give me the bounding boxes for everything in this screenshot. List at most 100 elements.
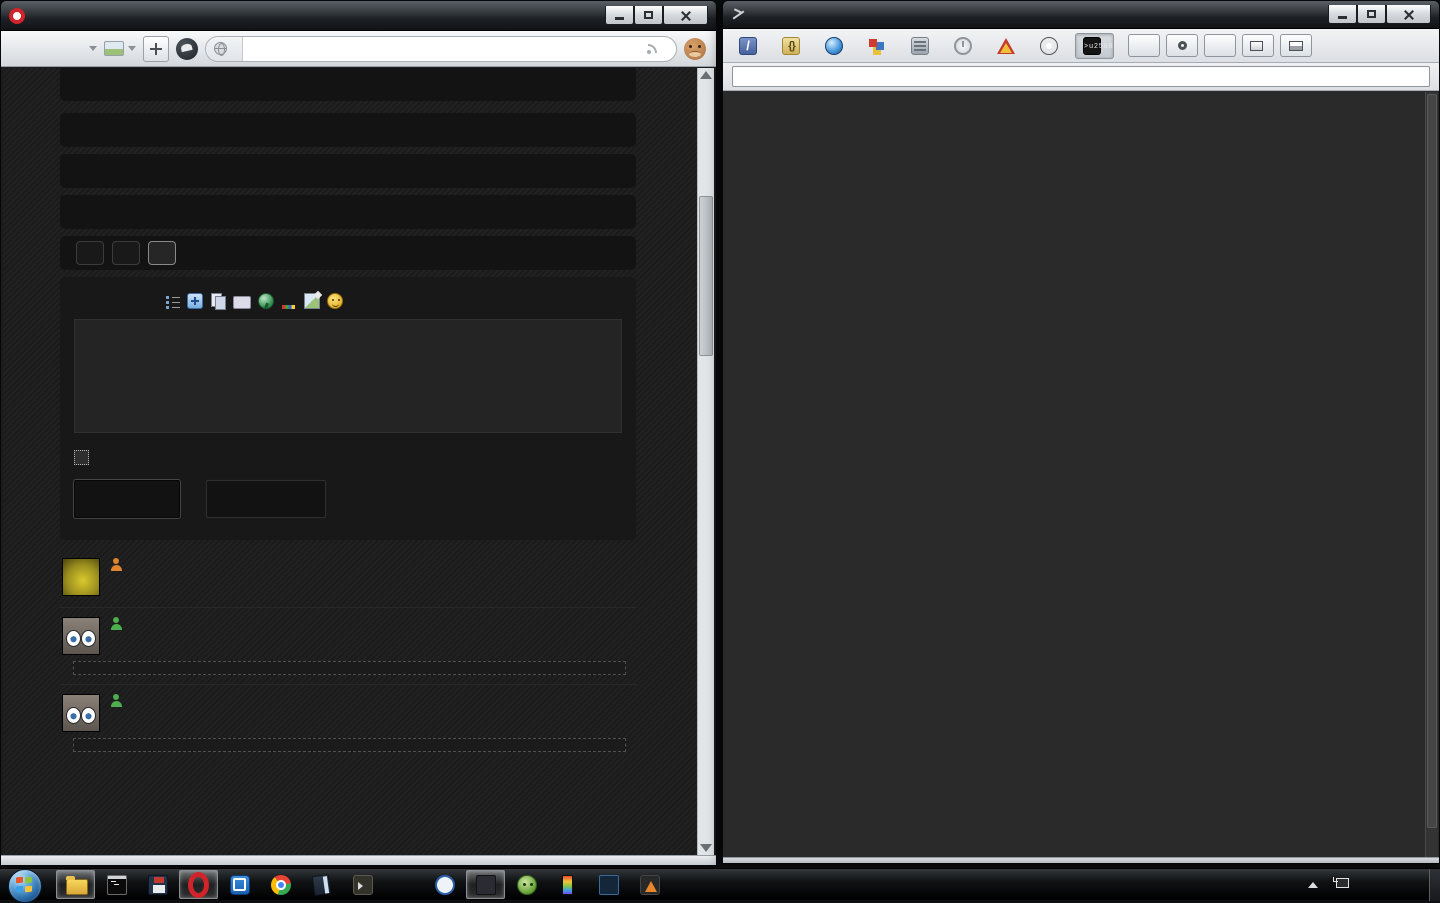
page-scrollbar[interactable]: [697, 68, 714, 855]
taskbar-green-app[interactable]: [507, 870, 546, 899]
taskbar-terminal[interactable]: [343, 870, 382, 899]
location-button[interactable]: [258, 293, 274, 309]
terminal-icon: [1083, 37, 1101, 55]
maximize-button[interactable]: [1357, 5, 1386, 24]
start-button[interactable]: [6, 870, 42, 900]
maximize-icon: [644, 11, 653, 19]
scrollbar-thumb[interactable]: [699, 196, 713, 356]
avatar[interactable]: [62, 617, 100, 655]
images-dropdown-icon[interactable]: [128, 46, 136, 51]
tab-errors[interactable]: [989, 34, 1028, 58]
devtools-window: [722, 0, 1440, 864]
taskbar-windows-explorer[interactable]: [56, 870, 95, 899]
smiley-button[interactable]: [327, 293, 343, 309]
remote-debug-button[interactable]: [1204, 34, 1236, 57]
devtools-titlebar[interactable]: [723, 1, 1439, 29]
submit-button[interactable]: [74, 480, 180, 518]
terminal-icon: [353, 875, 373, 895]
warning-icon: [997, 38, 1015, 54]
copy-button[interactable]: [210, 293, 226, 309]
pagination-page-2-current[interactable]: [148, 241, 176, 265]
console-prompt[interactable]: [724, 101, 1438, 117]
window-select-button[interactable]: [1242, 34, 1274, 57]
chrome-icon: [271, 875, 291, 895]
add-button[interactable]: [143, 36, 169, 62]
tab-network[interactable]: [817, 33, 856, 59]
close-button[interactable]: [1386, 5, 1431, 24]
pagination-bar: [60, 236, 636, 270]
opera-toolbar: [1, 31, 716, 67]
font-color-button[interactable]: [281, 293, 297, 309]
rss-icon[interactable]: [645, 42, 659, 56]
opera-turbo-icon[interactable]: [176, 38, 198, 60]
tab-documents[interactable]: [731, 33, 770, 59]
console-scrollbar[interactable]: [1425, 92, 1438, 857]
taskbar-photoshop[interactable]: [589, 870, 628, 899]
minimize-button[interactable]: [1328, 5, 1357, 24]
maximize-icon: [1367, 10, 1376, 18]
alert-app-icon: [640, 875, 660, 895]
sublime-icon: [476, 875, 496, 895]
devtools-toolbar: [723, 29, 1439, 63]
pagination-page-1[interactable]: [112, 241, 140, 265]
forum-tools-bar: [60, 154, 636, 188]
debug-context-dropdown[interactable]: [732, 66, 1430, 87]
taskbar-v-app[interactable]: [425, 870, 464, 899]
php-code-button[interactable]: [233, 296, 251, 309]
close-button[interactable]: [663, 6, 708, 25]
images-toggle-icon[interactable]: [104, 41, 124, 56]
show-hidden-icons-chevron[interactable]: [1308, 882, 1318, 888]
insert-button[interactable]: [187, 293, 203, 309]
taskbar-maxthon[interactable]: [220, 870, 259, 899]
scroll-up-icon[interactable]: [700, 71, 712, 79]
settings-button[interactable]: [1166, 34, 1198, 57]
message-textarea[interactable]: [74, 319, 622, 433]
network-icon[interactable]: [1333, 877, 1351, 892]
opera-titlebar[interactable]: [1, 1, 716, 31]
scripts-icon: [782, 37, 800, 55]
command-line-button[interactable]: [1128, 34, 1160, 57]
address-bar[interactable]: [205, 36, 677, 62]
taskbar-alert-app[interactable]: [630, 870, 669, 899]
userscript-monkey-icon[interactable]: [684, 38, 706, 60]
tab-resources[interactable]: [860, 33, 899, 59]
scrollbar-thumb[interactable]: [1427, 94, 1437, 828]
preview-button[interactable]: [206, 480, 326, 518]
window-bottom-frame: [1, 855, 716, 865]
taskbar-command-prompt[interactable]: [97, 870, 136, 899]
console-panel: [724, 92, 1438, 857]
avatar[interactable]: [62, 558, 100, 596]
avatar[interactable]: [62, 694, 100, 732]
maximize-button[interactable]: [634, 6, 663, 25]
reload-dropdown-icon[interactable]: [89, 46, 97, 51]
gradient-app-icon: [562, 875, 573, 895]
taskbar-php-editor[interactable]: [384, 870, 423, 899]
list-button[interactable]: [166, 293, 180, 309]
scroll-down-icon[interactable]: [700, 844, 712, 852]
taskbar-gradient-app[interactable]: [548, 870, 587, 899]
taskbar-opera[interactable]: [179, 870, 218, 899]
tab-utilities[interactable]: [1032, 33, 1071, 59]
context-bar: [723, 63, 1439, 91]
detach-layout-button[interactable]: [1280, 34, 1312, 57]
pagination-prev-button[interactable]: [76, 241, 104, 265]
folder-icon: [65, 874, 87, 896]
taskbar-notebook[interactable]: [302, 870, 341, 899]
tab-profiler[interactable]: [946, 33, 985, 59]
minimize-button[interactable]: [605, 6, 634, 25]
photoshop-icon: [599, 875, 619, 895]
forum-breadcrumb-bar: [60, 113, 636, 147]
tab-storage[interactable]: [903, 33, 942, 59]
taskbar-save-tool[interactable]: [138, 870, 177, 899]
tab-console[interactable]: [1075, 33, 1114, 59]
taskbar-chrome[interactable]: [261, 870, 300, 899]
storage-icon: [911, 37, 929, 55]
taskbar-sublime-text[interactable]: [466, 870, 505, 899]
tab-scripts[interactable]: [774, 33, 813, 59]
site-security-badge[interactable]: [206, 37, 243, 61]
image-button[interactable]: [304, 293, 320, 309]
forum-post: [60, 684, 636, 752]
show-desktop-button[interactable]: [1429, 869, 1440, 901]
quoted-message: [73, 661, 626, 675]
attach-file-checkbox[interactable]: [74, 450, 89, 465]
